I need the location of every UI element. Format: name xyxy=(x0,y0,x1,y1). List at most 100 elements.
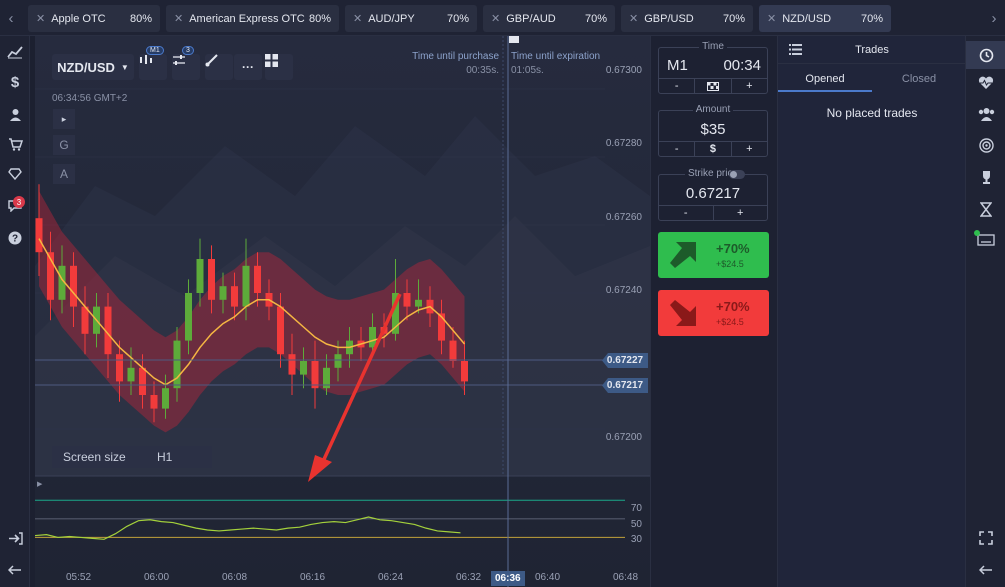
tab-opened[interactable]: Opened xyxy=(778,70,872,92)
collapse-menu-icon[interactable] xyxy=(5,560,25,580)
strike-price-value[interactable]: 0.67217 xyxy=(659,185,767,202)
server-time: 06:34:56 GMT+2 xyxy=(52,93,128,104)
strike-price-toggle[interactable] xyxy=(729,170,745,179)
chart-side-button-expand[interactable]: ▸ xyxy=(53,109,75,129)
user-icon[interactable] xyxy=(5,104,25,124)
time-minus-button[interactable]: - xyxy=(659,79,694,93)
buy-down-button[interactable]: +70% +$24.5 xyxy=(658,290,769,336)
candle-body xyxy=(288,354,296,375)
keyboard-icon[interactable] xyxy=(974,230,996,250)
grid-icon xyxy=(265,54,278,67)
asset-tab-name: AUD/JPY xyxy=(368,12,415,25)
amount-value[interactable]: $35 xyxy=(659,121,767,138)
users-icon[interactable] xyxy=(976,104,996,124)
close-icon[interactable]: ✕ xyxy=(491,12,500,25)
brush-icon xyxy=(205,54,218,67)
candle-body xyxy=(254,265,261,293)
asset-tab-apple[interactable]: ✕ Apple OTC 80% xyxy=(28,5,160,32)
timeframe-button[interactable]: M1 xyxy=(139,46,167,80)
time-tick: 06:32 xyxy=(456,572,482,583)
tab-closed[interactable]: Closed xyxy=(872,70,966,92)
chart-side-button-a[interactable]: A xyxy=(53,164,75,184)
layout-button[interactable] xyxy=(265,54,293,80)
arrow-up-right-icon xyxy=(670,242,696,268)
time-value[interactable]: 00:34 xyxy=(723,57,761,74)
candle-body xyxy=(208,259,215,300)
price-tag-current-1: 0.67227 xyxy=(602,353,648,368)
fullscreen-icon[interactable] xyxy=(976,528,996,548)
target-icon[interactable] xyxy=(976,135,996,155)
asset-tab-nzdusd[interactable]: ✕ NZD/USD 70% xyxy=(759,5,891,32)
trophy-icon[interactable] xyxy=(976,167,996,187)
chart-canvas[interactable] xyxy=(35,36,650,587)
more-button[interactable]: ··· xyxy=(234,54,262,80)
time-tick: 06:08 xyxy=(222,572,248,583)
chevron-left-icon: ‹ xyxy=(8,9,14,27)
asset-tab-gbpaud[interactable]: ✕ GBP/AUD 70% xyxy=(483,5,615,32)
buy-up-button[interactable]: +70% +$24.5 xyxy=(658,232,769,278)
strike-plus-button[interactable]: + xyxy=(712,206,768,220)
close-icon[interactable]: ✕ xyxy=(353,12,362,25)
close-icon[interactable]: ✕ xyxy=(36,12,45,25)
candle-body xyxy=(311,361,319,389)
candle-body xyxy=(35,218,43,253)
timeframe-badge: M1 xyxy=(146,46,164,55)
tabs-prev-button[interactable]: ‹ xyxy=(0,0,22,36)
drawing-button[interactable] xyxy=(205,54,233,80)
strike-price-box[interactable]: Strike price 0.67217 - + xyxy=(658,168,768,221)
close-icon[interactable]: ✕ xyxy=(174,12,183,25)
oscillator-expand-icon[interactable]: ▶ xyxy=(37,480,42,488)
asset-tab-payout: 80% xyxy=(308,12,331,25)
price-tick: 0.67240 xyxy=(605,285,642,296)
chart-side-button-g[interactable]: G xyxy=(53,135,75,155)
indicators-badge: 3 xyxy=(182,46,194,55)
amount-box[interactable]: Amount $35 - $ + xyxy=(658,104,768,157)
currency-button[interactable]: $ xyxy=(694,142,730,156)
tabs-next-button[interactable]: › xyxy=(983,0,1005,36)
price-tick: 0.67200 xyxy=(605,432,642,443)
history-icon[interactable] xyxy=(966,41,1005,69)
dollar-icon[interactable]: $ xyxy=(5,72,25,92)
time-tick: 06:00 xyxy=(144,572,170,583)
asset-tab-amex[interactable]: ✕ American Express OTC 80% xyxy=(166,5,339,32)
candle-body xyxy=(277,306,284,355)
candle-body xyxy=(231,286,238,307)
strike-price-label: Strike price xyxy=(659,168,767,179)
indicators-button[interactable]: 3 xyxy=(172,46,200,80)
amount-plus-button[interactable]: + xyxy=(730,142,767,156)
time-plus-button[interactable]: + xyxy=(730,79,767,93)
screen-size-control[interactable]: Screen size H1 xyxy=(52,446,212,468)
list-icon[interactable] xyxy=(789,44,802,55)
logout-icon[interactable] xyxy=(5,528,25,548)
heart-pulse-icon[interactable] xyxy=(976,73,996,93)
candles-icon xyxy=(140,55,152,64)
price-chart[interactable]: NZD/USD ▼ M1 3 ··· 06:34:56 GMT+2 ▸ G A … xyxy=(35,36,650,587)
close-icon[interactable]: ✕ xyxy=(629,12,638,25)
chat-icon[interactable]: 3 xyxy=(5,196,25,216)
time-box[interactable]: Time M1 00:34 - + xyxy=(658,41,768,94)
osc-tick: 30 xyxy=(630,534,642,545)
screen-size-value[interactable]: H1 xyxy=(157,450,172,464)
chat-badge: 3 xyxy=(13,196,25,208)
asset-selector-label: NZD/USD xyxy=(57,59,115,75)
hourglass-icon[interactable] xyxy=(976,199,996,219)
close-icon[interactable]: ✕ xyxy=(767,12,776,25)
chart-line-icon[interactable] xyxy=(5,42,25,62)
strike-minus-button[interactable]: - xyxy=(659,206,713,220)
candle-body xyxy=(219,286,227,300)
help-icon[interactable]: ? xyxy=(5,228,25,248)
candle-body xyxy=(461,361,468,382)
diamond-icon[interactable] xyxy=(5,164,25,184)
candle-body xyxy=(139,367,146,395)
amount-minus-button[interactable]: - xyxy=(659,142,694,156)
asset-tab-gbpusd[interactable]: ✕ GBP/USD 70% xyxy=(621,5,753,32)
time-frame[interactable]: M1 xyxy=(667,57,688,74)
buy-down-payout: +70% xyxy=(716,299,750,314)
trades-title: Trades xyxy=(855,43,889,56)
arrow-left-icon[interactable] xyxy=(976,560,996,580)
asset-selector[interactable]: NZD/USD ▼ xyxy=(52,54,134,80)
flag-icon[interactable] xyxy=(694,79,730,93)
cart-icon[interactable] xyxy=(5,134,25,154)
candle-body xyxy=(415,299,422,307)
asset-tab-audjpy[interactable]: ✕ AUD/JPY 70% xyxy=(345,5,477,32)
